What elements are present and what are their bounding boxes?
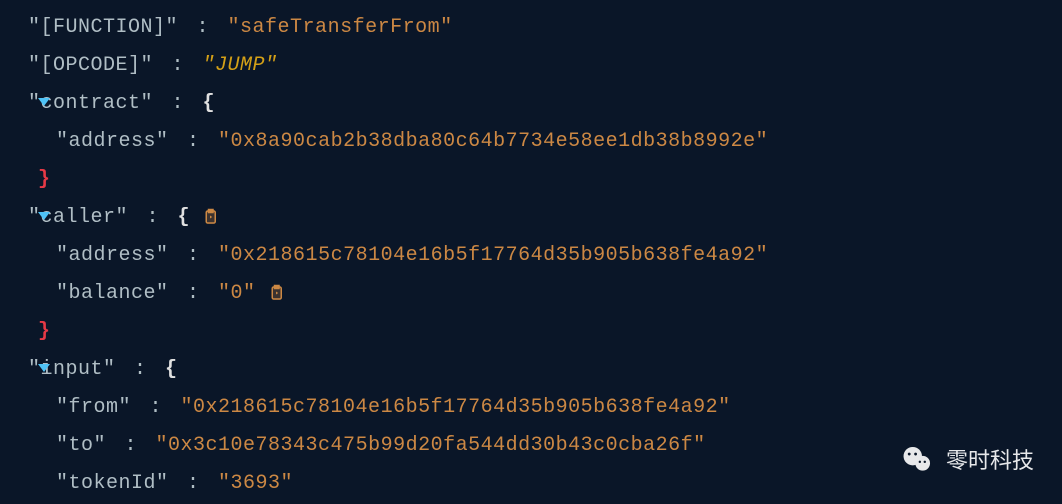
colon: : bbox=[112, 434, 150, 457]
colon: : bbox=[175, 282, 213, 305]
json-value: "JUMP" bbox=[203, 54, 278, 77]
watermark: 零时科技 bbox=[900, 442, 1034, 476]
watermark-text: 零时科技 bbox=[946, 443, 1034, 475]
json-line: "address" : "0x218615c78104e16b5f17764d3… bbox=[28, 236, 1062, 274]
json-key: "address" bbox=[56, 130, 169, 153]
colon: : bbox=[175, 130, 213, 153]
open-brace: { bbox=[165, 358, 178, 381]
json-line: } bbox=[28, 312, 1062, 350]
expand-arrow-icon[interactable] bbox=[38, 364, 50, 372]
close-brace: } bbox=[38, 168, 51, 191]
colon: : bbox=[184, 16, 222, 39]
json-value: "0x3c10e78343c475b99d20fa544dd30b43c0cba… bbox=[156, 434, 706, 457]
json-value: "0x8a90cab2b38dba80c64b7734e58ee1db38b89… bbox=[218, 130, 768, 153]
json-value: "0x218615c78104e16b5f17764d35b905b638fe4… bbox=[181, 396, 731, 419]
colon: : bbox=[122, 358, 160, 381]
colon: : bbox=[134, 206, 172, 229]
colon: : bbox=[175, 472, 213, 495]
open-brace: { bbox=[203, 92, 216, 115]
expand-arrow-icon[interactable] bbox=[38, 212, 50, 220]
json-line: } bbox=[28, 160, 1062, 198]
clipboard-icon[interactable] bbox=[266, 283, 286, 303]
json-value: "safeTransferFrom" bbox=[228, 16, 453, 39]
colon: : bbox=[159, 54, 197, 77]
colon: : bbox=[159, 92, 197, 115]
json-line: "balance" : "0" bbox=[28, 274, 1062, 312]
json-key: "[FUNCTION]" bbox=[28, 16, 178, 39]
json-key: "[OPCODE]" bbox=[28, 54, 153, 77]
expand-arrow-icon[interactable] bbox=[38, 98, 50, 106]
json-line: "[FUNCTION]" : "safeTransferFrom" bbox=[28, 8, 1062, 46]
json-line: "address" : "0x8a90cab2b38dba80c64b7734e… bbox=[28, 122, 1062, 160]
json-line: "input" : { bbox=[28, 350, 1062, 388]
json-tree: "[FUNCTION]" : "safeTransferFrom""[OPCOD… bbox=[0, 0, 1062, 502]
wechat-icon bbox=[900, 442, 934, 476]
json-value: "3693" bbox=[218, 472, 293, 495]
json-key: "from" bbox=[56, 396, 131, 419]
json-line: "[OPCODE]" : "JUMP" bbox=[28, 46, 1062, 84]
colon: : bbox=[175, 244, 213, 267]
clipboard-icon[interactable] bbox=[200, 207, 220, 227]
json-key: "address" bbox=[56, 244, 169, 267]
json-key: "to" bbox=[56, 434, 106, 457]
open-brace: { bbox=[178, 206, 191, 229]
json-line: "contract" : { bbox=[28, 84, 1062, 122]
json-value: "0" bbox=[218, 282, 256, 305]
close-brace: } bbox=[38, 320, 51, 343]
json-key: "balance" bbox=[56, 282, 169, 305]
json-key: "tokenId" bbox=[56, 472, 169, 495]
json-line: "from" : "0x218615c78104e16b5f17764d35b9… bbox=[28, 388, 1062, 426]
json-value: "0x218615c78104e16b5f17764d35b905b638fe4… bbox=[218, 244, 768, 267]
json-line: "caller" : { bbox=[28, 198, 1062, 236]
colon: : bbox=[137, 396, 175, 419]
